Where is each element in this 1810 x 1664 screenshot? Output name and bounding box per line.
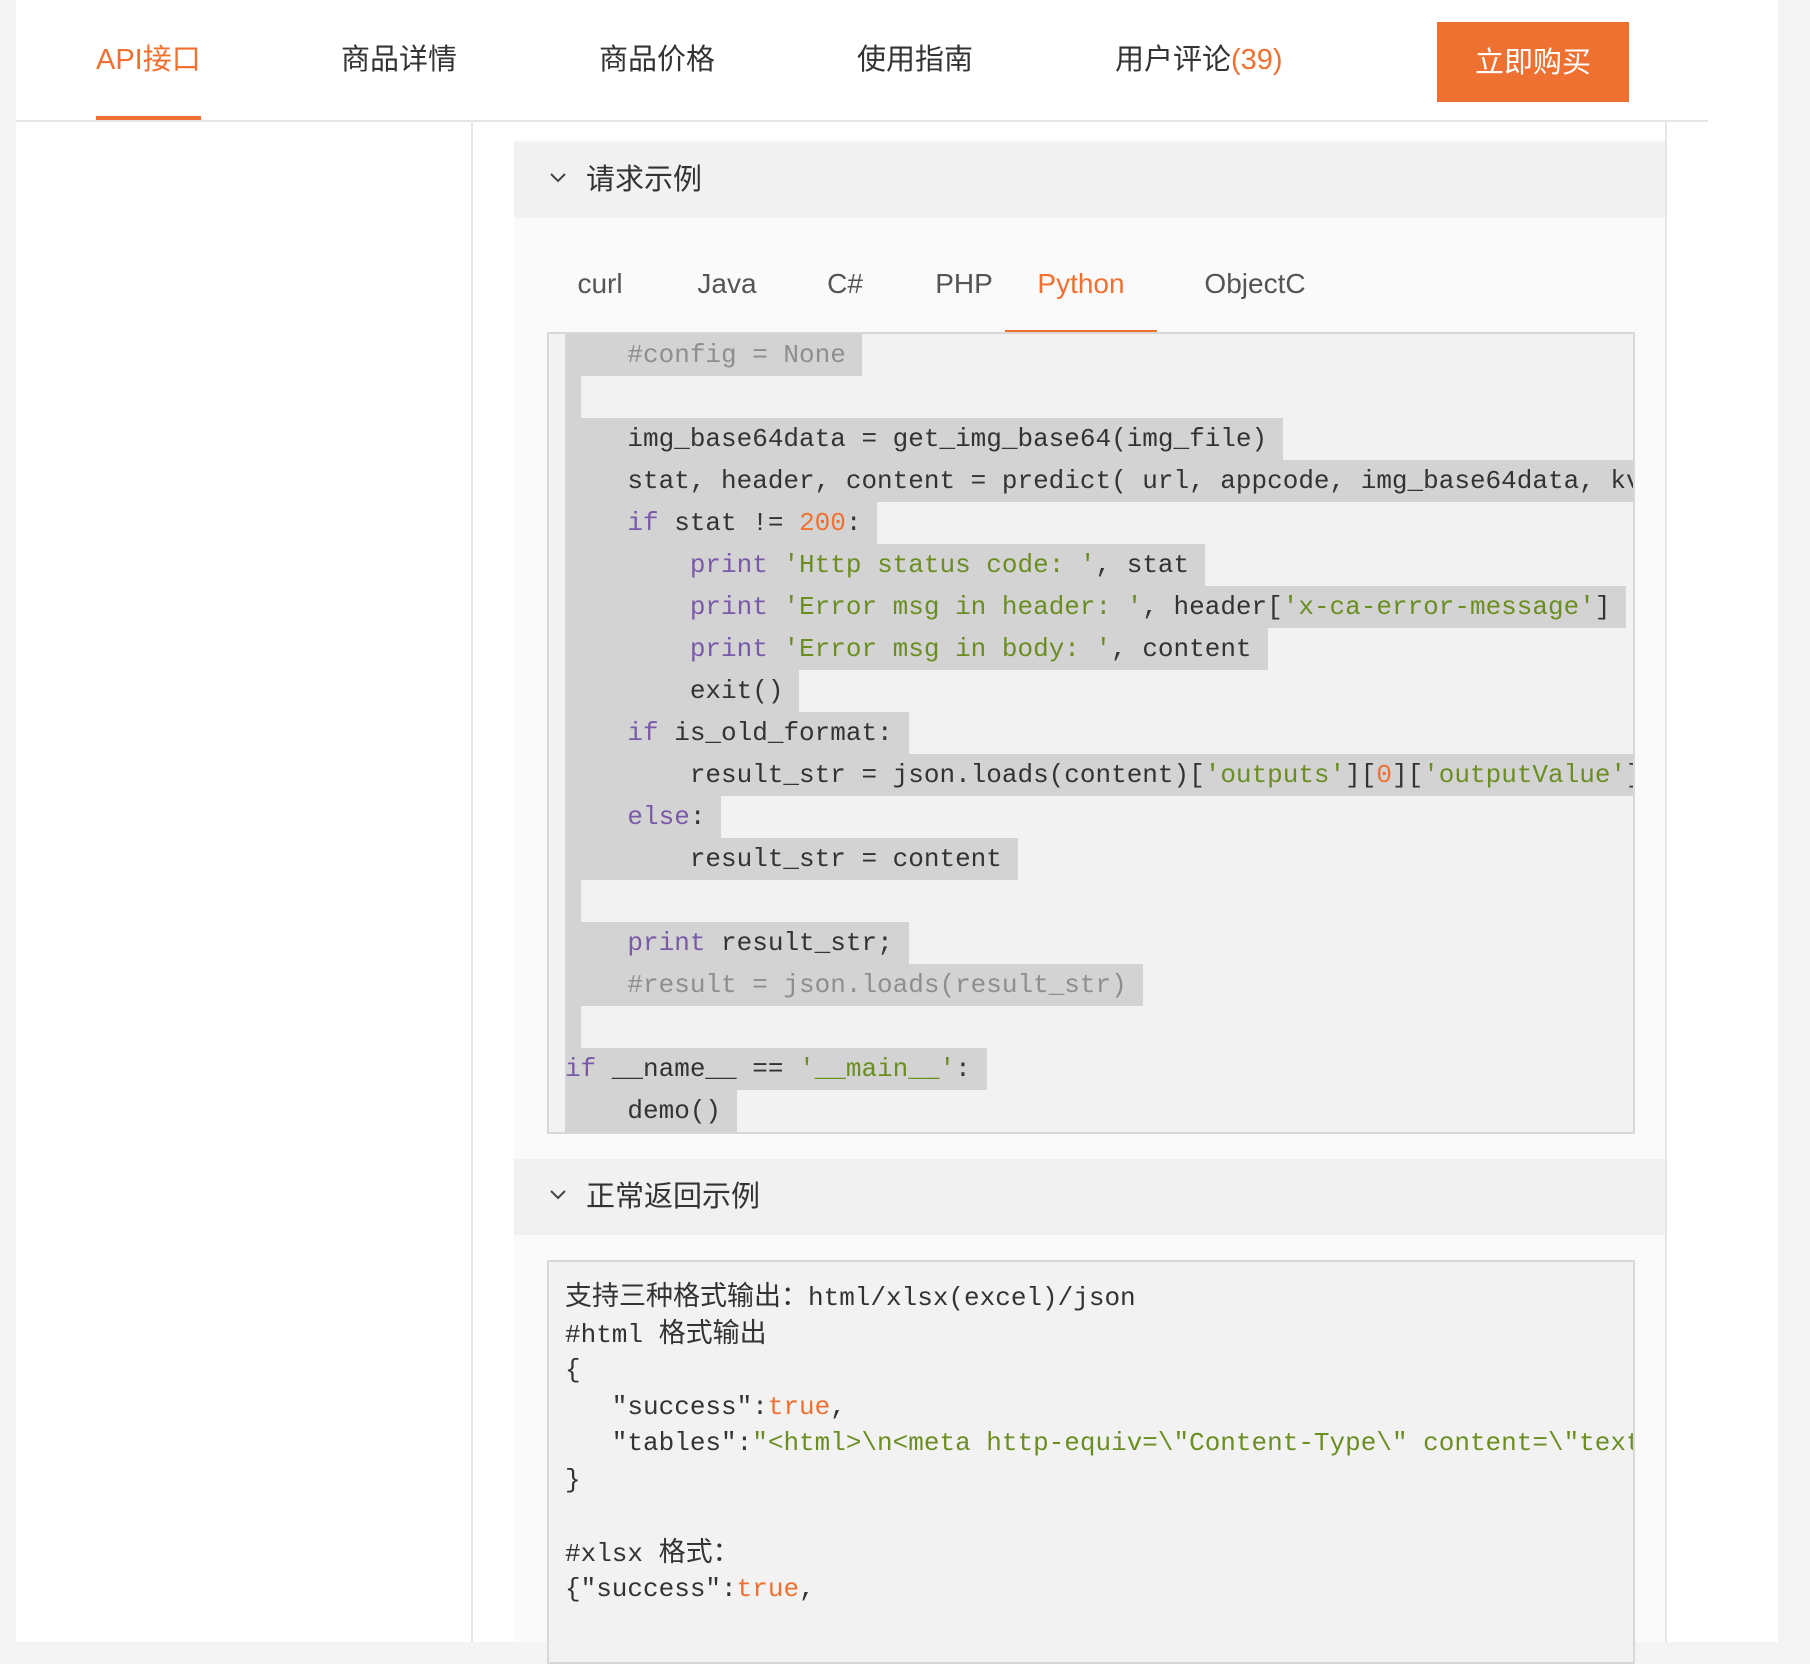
tab-api[interactable]: API接口 [96, 0, 201, 120]
code-line: #config = None [565, 334, 862, 376]
lang-tab-csharp[interactable]: C# [822, 260, 868, 332]
response-line: #html 格式输出 [565, 1317, 767, 1350]
tab-api-label: API接口 [96, 44, 201, 76]
lang-tab-python-label: Python [1037, 268, 1125, 299]
response-example-title: 正常返回示例 [586, 1181, 761, 1213]
top-nav: API接口 商品详情 商品价格 使用指南 用户评论(39) 立即购买 [16, 0, 1708, 122]
code-line: print 'Http status code: ', stat [565, 544, 1206, 586]
review-count: (39) [1231, 44, 1283, 76]
code-line: result_str = content [565, 838, 1018, 880]
lang-tab-php[interactable]: PHP [930, 260, 998, 332]
code-line: img_base64data = get_img_base64(img_file… [565, 418, 1284, 460]
page: API接口 商品详情 商品价格 使用指南 用户评论(39) 立即购买 请求示例 … [16, 0, 1778, 1664]
code-line: demo() [565, 1090, 738, 1132]
code-line: if __name__ == '__main__': [565, 1048, 987, 1090]
response-code-block: 支持三种格式输出：html/xlsx(excel)/json #html 格式输出… [547, 1260, 1635, 1664]
response-line: } [565, 1464, 581, 1495]
tab-product-details[interactable]: 商品详情 [341, 0, 457, 120]
tab-product-price-label: 商品价格 [599, 44, 716, 76]
main-content: 请求示例 curl Java C# PHP Python ObjectC #co… [514, 140, 1665, 1664]
code-line: print 'Error msg in header: ', header['x… [565, 586, 1627, 628]
code-line: if stat != 200: [565, 502, 878, 544]
code-line: if is_old_format: [565, 712, 909, 754]
response-line: "tables":"<html>\n<meta http-equiv=\"Con… [565, 1428, 1633, 1458]
code-line: #result = json.loads(result_str) [565, 964, 1143, 1006]
request-code-block: #config = None img_base64data = get_img_… [547, 332, 1635, 1134]
code-line: exit() [565, 670, 800, 712]
tab-user-reviews[interactable]: 用户评论(39) [1115, 0, 1283, 120]
tab-user-reviews-label: 用户评论 [1115, 44, 1232, 76]
language-tabs: curl Java C# PHP Python ObjectC [547, 260, 1633, 334]
request-example-header[interactable]: 请求示例 [514, 142, 1665, 218]
content-divider [1665, 120, 1667, 1642]
chevron-down-icon [550, 1190, 566, 1200]
chevron-down-icon [550, 173, 566, 183]
sidebar-divider [471, 120, 473, 1642]
code-line: stat, header, content = predict( url, ap… [565, 460, 1633, 502]
code-line: print result_str; [565, 922, 909, 964]
code-line: else: [565, 796, 722, 838]
lang-tab-objectc[interactable]: ObjectC [1195, 260, 1315, 332]
code-line: result_str = json.loads(content)['output… [565, 754, 1633, 796]
lang-tab-java[interactable]: Java [695, 260, 759, 332]
tab-product-price[interactable]: 商品价格 [599, 0, 715, 120]
lang-tab-python[interactable]: Python [1005, 260, 1157, 334]
code-line: print 'Error msg in body: ', content [565, 628, 1268, 670]
buy-now-button[interactable]: 立即购买 [1437, 22, 1629, 102]
tab-user-guide-label: 使用指南 [857, 44, 974, 76]
lang-tab-curl[interactable]: curl [569, 260, 631, 332]
request-example-title: 请求示例 [586, 164, 703, 196]
tab-user-guide[interactable]: 使用指南 [857, 0, 973, 120]
response-line: {"success":true, [565, 1574, 815, 1604]
tab-product-details-label: 商品详情 [341, 44, 458, 76]
response-example-header[interactable]: 正常返回示例 [514, 1159, 1665, 1235]
active-tab-indicator [96, 116, 201, 120]
